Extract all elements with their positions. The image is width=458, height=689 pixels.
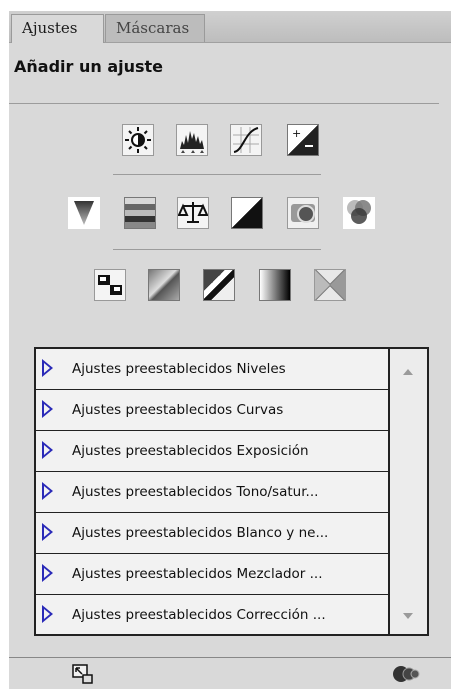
preset-list: Ajustes preestablecidos Niveles Ajustes …	[34, 347, 429, 636]
list-item[interactable]: Ajustes preestablecidos Niveles	[36, 349, 388, 390]
posterize-icon[interactable]	[148, 269, 180, 301]
levels-icon[interactable]	[176, 124, 208, 156]
list-item-label: Ajustes preestablecidos Tono/satur...	[72, 484, 319, 500]
expand-triangle-icon[interactable]	[42, 523, 53, 541]
list-scrollbar[interactable]	[390, 349, 427, 634]
list-item-label: Ajustes preestablecidos Curvas	[72, 402, 284, 418]
expand-triangle-icon[interactable]	[42, 605, 53, 623]
expand-triangle-icon[interactable]	[42, 482, 53, 500]
divider	[113, 174, 321, 175]
expand-triangle-icon[interactable]	[42, 564, 53, 582]
vibrance-icon[interactable]	[68, 197, 100, 229]
invert-icon[interactable]	[94, 269, 126, 301]
list-item-label: Ajustes preestablecidos Niveles	[72, 361, 286, 377]
expand-triangle-icon[interactable]	[42, 441, 53, 459]
threshold-icon[interactable]	[203, 269, 235, 301]
return-to-list-icon[interactable]	[71, 663, 95, 685]
bottom-toolbar	[9, 658, 451, 689]
photo-filter-icon[interactable]	[287, 197, 319, 229]
list-item[interactable]: Ajustes preestablecidos Curvas	[36, 390, 388, 431]
divider	[113, 249, 321, 250]
tab-mascaras[interactable]: Máscaras	[105, 14, 205, 42]
color-balance-icon[interactable]	[177, 197, 209, 229]
svg-text:+: +	[292, 127, 301, 140]
curves-icon[interactable]	[230, 124, 262, 156]
list-item[interactable]: Ajustes preestablecidos Corrección ...	[36, 595, 388, 636]
gradient-map-icon[interactable]	[259, 269, 291, 301]
panel-title: Añadir un ajuste	[14, 57, 164, 76]
list-item[interactable]: Ajustes preestablecidos Blanco y ne...	[36, 513, 388, 554]
list-item-label: Ajustes preestablecidos Exposición	[72, 443, 309, 459]
hue-saturation-icon[interactable]	[124, 197, 156, 229]
brightness-contrast-icon[interactable]	[122, 124, 154, 156]
clip-layer-icon[interactable]	[392, 663, 422, 685]
list-item[interactable]: Ajustes preestablecidos Tono/satur...	[36, 472, 388, 513]
tab-ajustes[interactable]: Ajustes	[11, 14, 104, 43]
tab-bar: Ajustes Máscaras	[9, 11, 451, 43]
list-item[interactable]: Ajustes preestablecidos Exposición	[36, 431, 388, 472]
list-item-label: Ajustes preestablecidos Blanco y ne...	[72, 525, 329, 541]
scroll-down-arrow-icon[interactable]	[403, 613, 413, 619]
adjustments-panel: Ajustes Máscaras Añadir un ajuste + Ajus…	[9, 11, 451, 689]
expand-triangle-icon[interactable]	[42, 359, 53, 377]
divider	[9, 103, 439, 104]
channel-mixer-icon[interactable]	[343, 197, 375, 229]
list-item-label: Ajustes preestablecidos Corrección ...	[72, 607, 326, 623]
list-item[interactable]: Ajustes preestablecidos Mezclador ...	[36, 554, 388, 595]
exposure-icon[interactable]: +	[287, 124, 319, 156]
list-item-label: Ajustes preestablecidos Mezclador ...	[72, 566, 323, 582]
selective-color-icon[interactable]	[314, 269, 346, 301]
scroll-up-arrow-icon[interactable]	[403, 369, 413, 375]
expand-triangle-icon[interactable]	[42, 400, 53, 418]
black-white-icon[interactable]	[231, 197, 263, 229]
